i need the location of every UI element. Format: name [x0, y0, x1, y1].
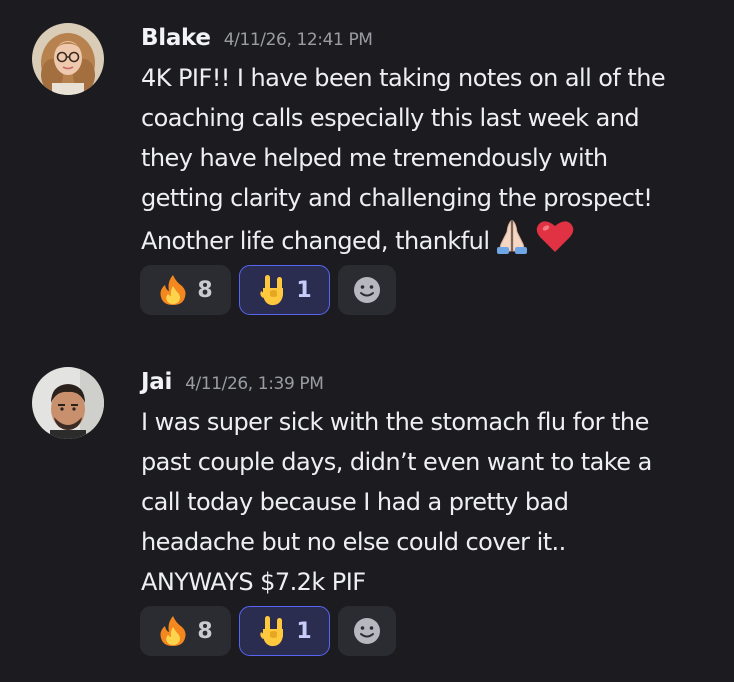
- reaction-count: 8: [197, 618, 213, 644]
- message-content: 4K PIF!! I have been taking notes on all…: [141, 58, 721, 258]
- reaction-fire[interactable]: 8: [140, 265, 231, 315]
- reaction-bar: 8 1: [140, 265, 396, 315]
- add-reaction-button[interactable]: [338, 606, 396, 656]
- avatar-jai[interactable]: [32, 367, 104, 439]
- message-header: Blake 4/11/26, 12:41 PM: [141, 18, 721, 58]
- message-body: Blake 4/11/26, 12:41 PM 4K PIF!! I have …: [141, 18, 721, 258]
- reaction-count: 1: [296, 618, 312, 644]
- reaction-bar: 8 1: [140, 606, 396, 656]
- sign-of-horns-icon: [257, 273, 287, 307]
- message-body: Jai 4/11/26, 1:39 PM I was super sick wi…: [141, 362, 721, 602]
- reaction-fire[interactable]: 8: [140, 606, 231, 656]
- fire-icon: [158, 274, 188, 306]
- add-reaction-icon: [352, 275, 382, 305]
- reaction-sign-of-horns[interactable]: 1: [239, 606, 330, 656]
- message-content: I was super sick with the stomach flu fo…: [141, 402, 721, 602]
- red-heart-icon: [535, 218, 575, 266]
- username[interactable]: Blake: [141, 25, 211, 51]
- reaction-count: 8: [197, 277, 213, 303]
- message-line-text: Another life changed, thankful: [141, 227, 490, 255]
- timestamp[interactable]: 4/11/26, 1:39 PM: [185, 374, 324, 394]
- message-line: coaching calls especially this last week…: [141, 104, 640, 132]
- add-reaction-button[interactable]: [338, 265, 396, 315]
- message-line: ANYWAYS $7.2k PIF: [141, 568, 366, 596]
- message-line: headache but no else could cover it..: [141, 528, 566, 556]
- reaction-count: 1: [296, 277, 312, 303]
- chat-message-list: Blake 4/11/26, 12:41 PM 4K PIF!! I have …: [0, 0, 734, 682]
- message-line: call today because I had a pretty bad: [141, 488, 569, 516]
- message-line: getting clarity and challenging the pros…: [141, 184, 653, 212]
- add-reaction-icon: [352, 616, 382, 646]
- message-line-last: Another life changed, thankful: [141, 218, 721, 258]
- folded-hands-icon: [493, 218, 531, 266]
- reaction-sign-of-horns[interactable]: 1: [239, 265, 330, 315]
- message-line: past couple days, didn’t even want to ta…: [141, 448, 652, 476]
- message-header: Jai 4/11/26, 1:39 PM: [141, 362, 721, 402]
- timestamp[interactable]: 4/11/26, 12:41 PM: [224, 30, 373, 50]
- fire-icon: [158, 615, 188, 647]
- message-line: I was super sick with the stomach flu fo…: [141, 408, 649, 436]
- username[interactable]: Jai: [141, 369, 172, 395]
- sign-of-horns-icon: [257, 614, 287, 648]
- message-line: they have helped me tremendously with: [141, 144, 608, 172]
- avatar-blake[interactable]: [32, 23, 104, 95]
- message-line: 4K PIF!! I have been taking notes on all…: [141, 64, 666, 92]
